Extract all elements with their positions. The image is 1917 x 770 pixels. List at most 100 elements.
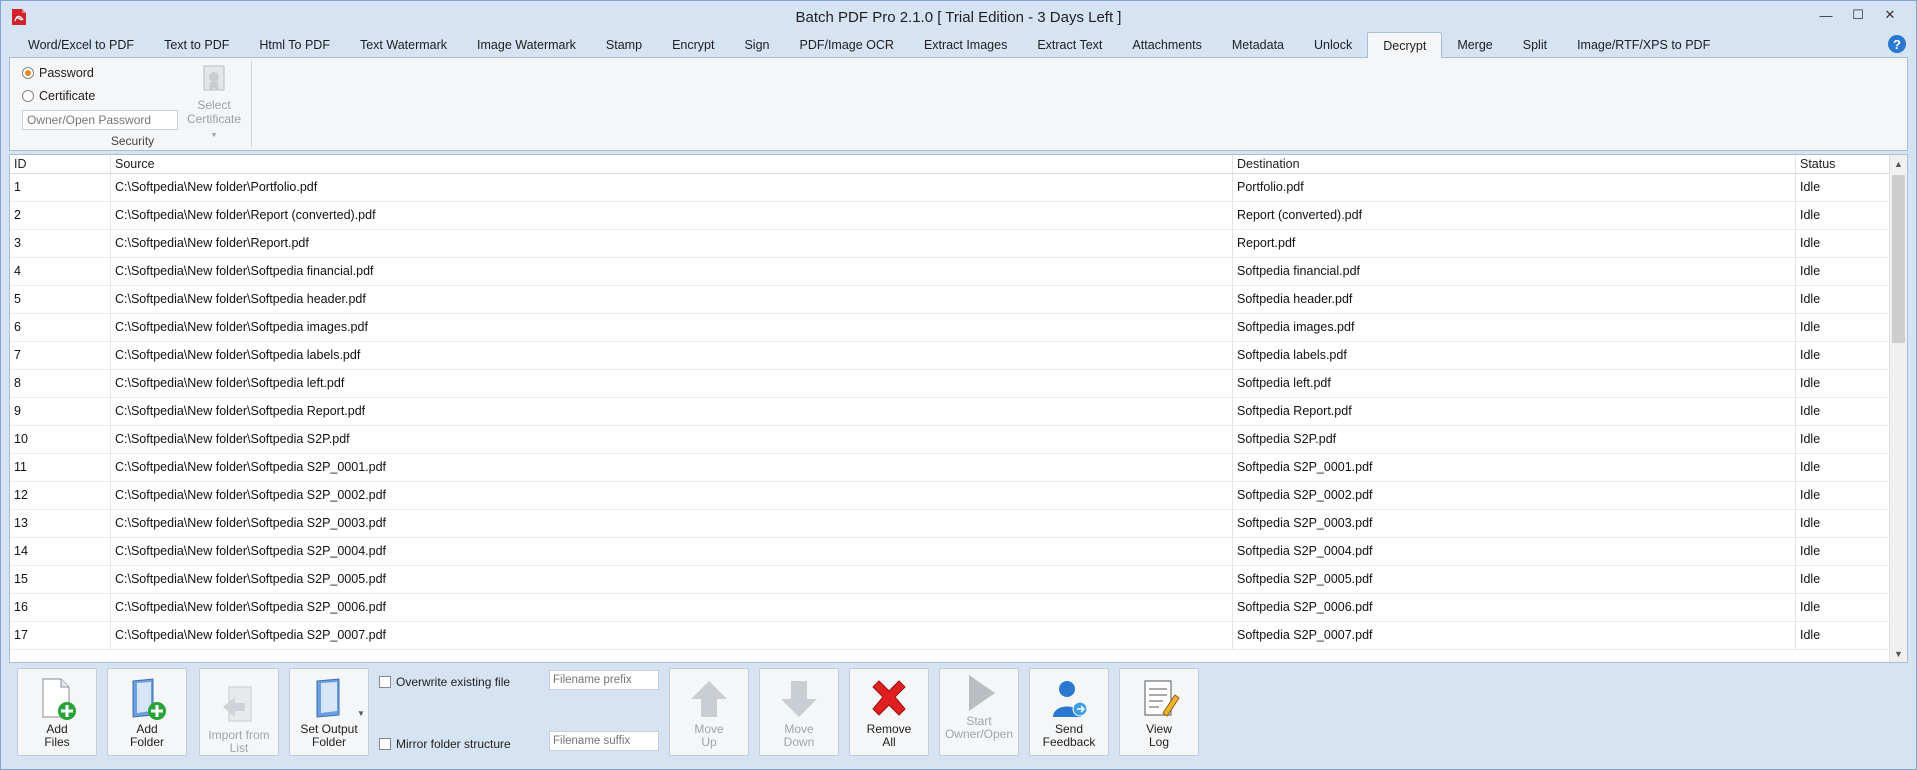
remove-all-button[interactable]: Remove All bbox=[849, 668, 929, 756]
tab-merge[interactable]: Merge bbox=[1442, 33, 1507, 57]
cell-destination: Report (converted).pdf bbox=[1232, 202, 1795, 229]
mirror-checkbox[interactable] bbox=[379, 738, 391, 750]
group-label-security: Security bbox=[110, 134, 155, 148]
table-row[interactable]: 14 C:\Softpedia\New folder\Softpedia S2P_… bbox=[10, 538, 1890, 566]
table-row[interactable]: 3 C:\Softpedia\New folder\Report.pdf Repor… bbox=[10, 230, 1890, 258]
column-header-id[interactable]: ID bbox=[10, 155, 110, 173]
table-row[interactable]: 9 C:\Softpedia\New folder\Softpedia Repor… bbox=[10, 398, 1890, 426]
filename-suffix-input[interactable] bbox=[549, 731, 659, 751]
cell-source: C:\Softpedia\New folder\Softpedia financ… bbox=[110, 258, 1232, 285]
tab-word-excel-to-pdf[interactable]: Word/Excel to PDF bbox=[13, 33, 149, 57]
table-row[interactable]: 5 C:\Softpedia\New folder\Softpedia heade… bbox=[10, 286, 1890, 314]
filename-prefix-input[interactable] bbox=[549, 670, 659, 690]
table-row[interactable]: 4 C:\Softpedia\New folder\Softpedia finan… bbox=[10, 258, 1890, 286]
add-folder-button[interactable]: Add Folder bbox=[107, 668, 187, 756]
cell-source: C:\Softpedia\New folder\Softpedia S2P_00… bbox=[110, 454, 1232, 481]
tab-attachments[interactable]: Attachments bbox=[1117, 33, 1216, 57]
chevron-down-icon[interactable]: ▼ bbox=[357, 709, 365, 718]
help-icon[interactable]: ? bbox=[1888, 35, 1906, 53]
table-row[interactable]: 1 C:\Softpedia\New folder\Portfolio.pdf Po… bbox=[10, 174, 1890, 202]
cell-id: 6 bbox=[14, 320, 21, 334]
password-radio-row[interactable]: Password bbox=[22, 66, 94, 80]
add-folder-label-2: Folder bbox=[129, 735, 164, 749]
column-header-destination[interactable]: Destination bbox=[1232, 155, 1795, 173]
table-row[interactable]: 11 C:\Softpedia\New folder\Softpedia S2P_… bbox=[10, 454, 1890, 482]
overwrite-checkbox[interactable] bbox=[379, 676, 391, 688]
move-down-button[interactable]: Move Down bbox=[759, 668, 839, 756]
scroll-up-icon[interactable]: ▲ bbox=[1890, 155, 1907, 172]
table-row[interactable]: 15 C:\Softpedia\New folder\Softpedia S2P_… bbox=[10, 566, 1890, 594]
cell-destination: Softpedia S2P_0004.pdf bbox=[1232, 538, 1795, 565]
cell-destination: Report.pdf bbox=[1232, 230, 1795, 257]
cell-id: 2 bbox=[14, 208, 21, 222]
mirror-checkbox-row[interactable]: Mirror folder structure bbox=[379, 737, 511, 751]
certificate-radio[interactable] bbox=[22, 90, 34, 102]
tab-extract-images[interactable]: Extract Images bbox=[909, 33, 1022, 57]
cell-source: C:\Softpedia\New folder\Softpedia header… bbox=[110, 286, 1232, 313]
minimize-button[interactable]: — bbox=[1810, 5, 1842, 25]
maximize-button[interactable]: ☐ bbox=[1842, 5, 1874, 25]
cell-source: C:\Softpedia\New folder\Softpedia left.p… bbox=[110, 370, 1232, 397]
tab-unlock[interactable]: Unlock bbox=[1299, 33, 1367, 57]
tab-pdf-image-ocr[interactable]: PDF/Image OCR bbox=[784, 33, 908, 57]
cell-id: 15 bbox=[14, 572, 28, 586]
tab-image-rtf-xps-to-pdf[interactable]: Image/RTF/XPS to PDF bbox=[1562, 33, 1725, 57]
table-row[interactable]: 6 C:\Softpedia\New folder\Softpedia image… bbox=[10, 314, 1890, 342]
cell-id: 5 bbox=[14, 292, 21, 306]
add-files-label-2: Files bbox=[44, 735, 70, 749]
password-input[interactable] bbox=[22, 110, 178, 130]
table-row[interactable]: 13 C:\Softpedia\New folder\Softpedia S2P_… bbox=[10, 510, 1890, 538]
tab-extract-text[interactable]: Extract Text bbox=[1022, 33, 1117, 57]
tab-decrypt[interactable]: Decrypt bbox=[1367, 32, 1443, 58]
add-file-icon bbox=[42, 678, 76, 720]
scroll-down-icon[interactable]: ▼ bbox=[1890, 645, 1907, 662]
tab-metadata[interactable]: Metadata bbox=[1217, 33, 1299, 57]
cell-status: Idle bbox=[1795, 286, 1890, 313]
cell-id: 12 bbox=[14, 488, 28, 502]
tab-encrypt[interactable]: Encrypt bbox=[657, 33, 729, 57]
cell-source: C:\Softpedia\New folder\Report.pdf bbox=[110, 230, 1232, 257]
table-row[interactable]: 16 C:\Softpedia\New folder\Softpedia S2P_… bbox=[10, 594, 1890, 622]
overwrite-checkbox-row[interactable]: Overwrite existing file bbox=[379, 675, 510, 689]
tab-bar: Word/Excel to PDF Text to PDF Html To PDF T… bbox=[1, 32, 1916, 58]
move-up-button[interactable]: Move Up bbox=[669, 668, 749, 756]
table-row[interactable]: 2 C:\Softpedia\New folder\Report (convert… bbox=[10, 202, 1890, 230]
bottom-toolbar: Add Files Add Folder Import from List Se… bbox=[9, 665, 1908, 763]
view-log-button[interactable]: View Log bbox=[1119, 668, 1199, 756]
table-row[interactable]: 12 C:\Softpedia\New folder\Softpedia S2P_… bbox=[10, 482, 1890, 510]
tab-text-watermark[interactable]: Text Watermark bbox=[345, 33, 462, 57]
start-button[interactable]: Start Owner/Open bbox=[939, 668, 1019, 756]
tab-html-to-pdf[interactable]: Html To PDF bbox=[244, 33, 345, 57]
cell-id: 16 bbox=[14, 600, 28, 614]
certificate-radio-row[interactable]: Certificate bbox=[22, 89, 95, 103]
certificate-icon bbox=[203, 65, 225, 91]
certificate-radio-label: Certificate bbox=[39, 89, 96, 103]
cell-destination: Softpedia S2P.pdf bbox=[1232, 426, 1795, 453]
close-button[interactable]: ✕ bbox=[1874, 5, 1906, 25]
password-radio[interactable] bbox=[22, 67, 34, 79]
import-from-list-button[interactable]: Import from List bbox=[199, 668, 279, 756]
column-header-source[interactable]: Source bbox=[110, 155, 1232, 173]
cell-id: 10 bbox=[14, 432, 28, 446]
log-document-icon bbox=[1144, 680, 1180, 717]
cell-status: Idle bbox=[1795, 426, 1890, 453]
vertical-scrollbar[interactable]: ▲ ▼ bbox=[1889, 155, 1907, 662]
table-row[interactable]: 7 C:\Softpedia\New folder\Softpedia label… bbox=[10, 342, 1890, 370]
column-header-status[interactable]: Status bbox=[1795, 155, 1890, 173]
tab-text-to-pdf[interactable]: Text to PDF bbox=[149, 33, 244, 57]
security-group: Password Certificate Select Certificate … bbox=[14, 60, 252, 148]
cell-status: Idle bbox=[1795, 454, 1890, 481]
select-certificate-button[interactable]: Select Certificate ▼ bbox=[182, 64, 246, 139]
tab-split[interactable]: Split bbox=[1508, 33, 1562, 57]
tab-stamp[interactable]: Stamp bbox=[591, 33, 657, 57]
table-row[interactable]: 17 C:\Softpedia\New folder\Softpedia S2P_… bbox=[10, 622, 1890, 650]
add-files-button[interactable]: Add Files bbox=[17, 668, 97, 756]
scroll-thumb[interactable] bbox=[1892, 175, 1905, 343]
tab-image-watermark[interactable]: Image Watermark bbox=[462, 33, 591, 57]
send-feedback-button[interactable]: Send Feedback bbox=[1029, 668, 1109, 756]
tab-sign[interactable]: Sign bbox=[729, 33, 784, 57]
table-row[interactable]: 10 C:\Softpedia\New folder\Softpedia S2P.… bbox=[10, 426, 1890, 454]
cell-id: 7 bbox=[14, 348, 21, 362]
play-icon bbox=[969, 675, 995, 711]
table-row[interactable]: 8 C:\Softpedia\New folder\Softpedia left.… bbox=[10, 370, 1890, 398]
